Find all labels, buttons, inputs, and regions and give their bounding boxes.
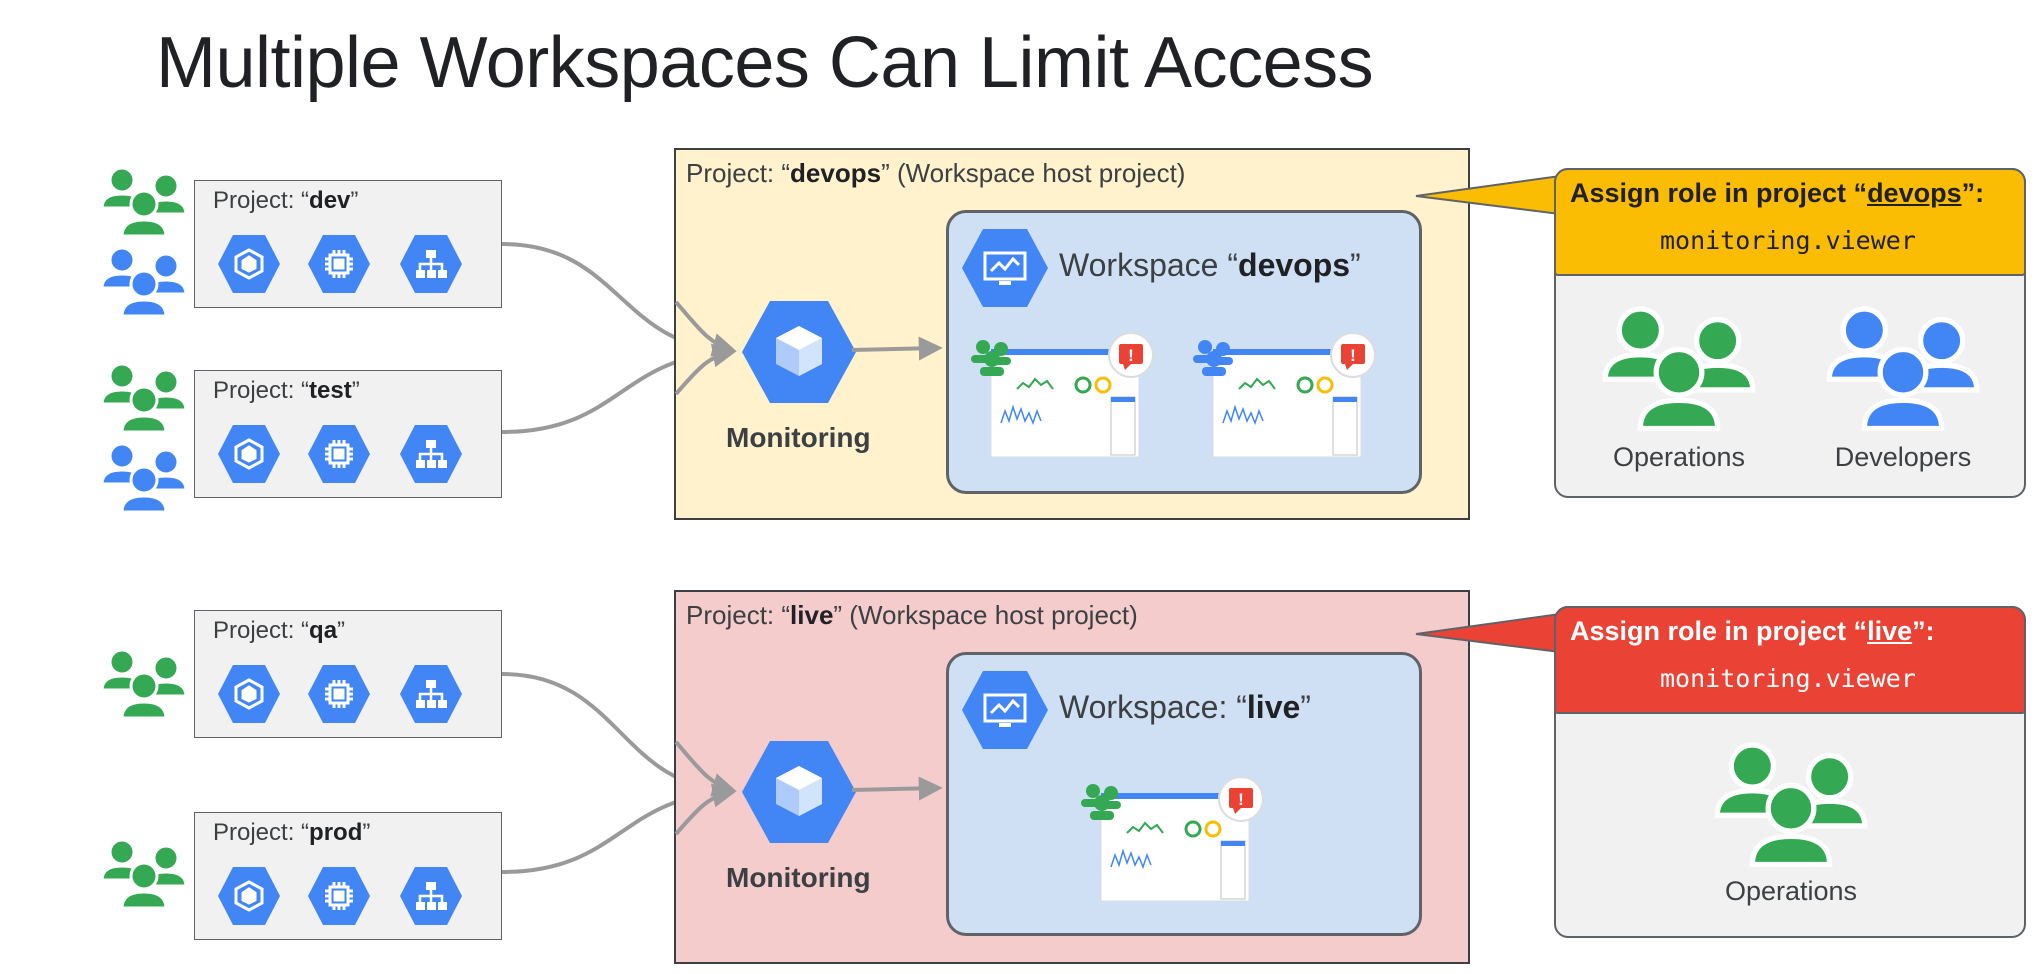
assign-title: Assign role in project “live”: [1570, 616, 1935, 646]
role-name: monitoring.viewer [1660, 226, 1916, 255]
group-label-operations: Operations [1612, 442, 1746, 472]
assign-header: Assign role in project “devops”: monitor… [1554, 168, 2026, 276]
assign-header: Assign role in project “live”: monitorin… [1554, 606, 2026, 714]
group-label-developers: Developers [1834, 442, 1972, 472]
assign-role-devops: Assign role in project “devops”: monitor… [1554, 168, 2026, 498]
group-label-operations: Operations [1724, 876, 1858, 906]
people-icon-green [1706, 738, 1876, 868]
people-icon-green [1594, 302, 1764, 432]
people-icon-blue [1818, 302, 1988, 432]
role-name: monitoring.viewer [1660, 664, 1916, 693]
assign-title: Assign role in project “devops”: [1570, 178, 1985, 208]
assign-role-live: Assign role in project “live”: monitorin… [1554, 606, 2026, 938]
